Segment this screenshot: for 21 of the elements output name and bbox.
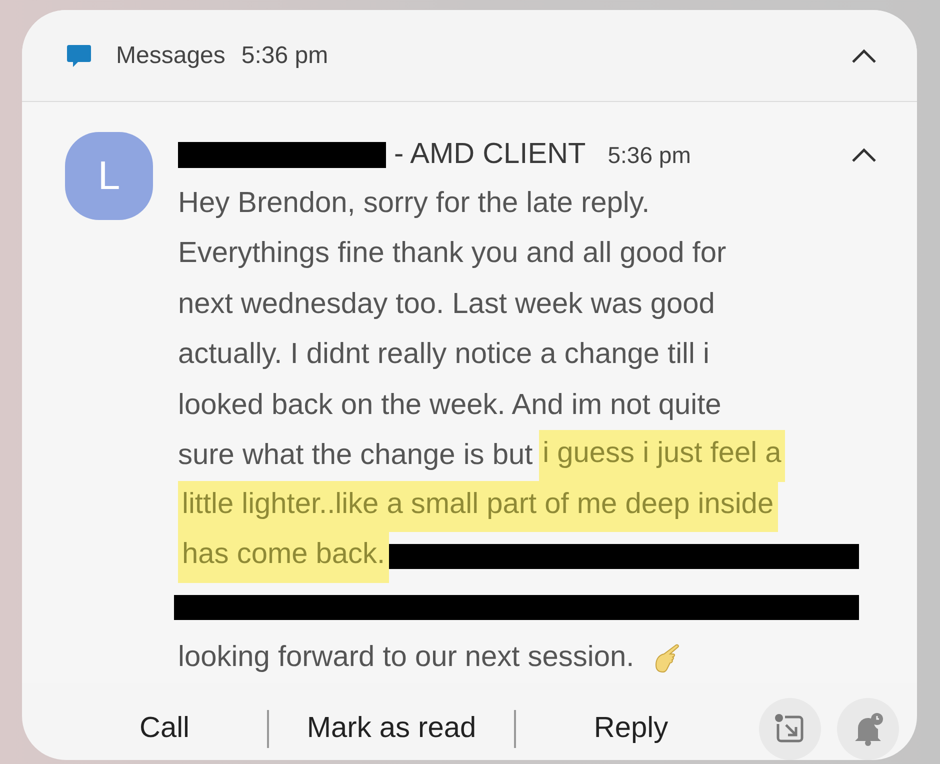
message-text: actually. I didnt really notice a change till i (178, 337, 710, 372)
action-button[interactable]: Reply (516, 707, 746, 751)
message-text: looked back on the week. And im not quite (178, 388, 722, 422)
message-text: sure what the change is but (178, 438, 533, 473)
action-button[interactable]: Mark as read (269, 707, 514, 751)
highlighted-text: little lighter..like a small part of me deep inside (178, 480, 778, 532)
app-name: Messages (116, 40, 226, 70)
timestamp: 5:36 pm (608, 140, 691, 170)
highlighted-text: i guess i just feel a (538, 430, 786, 482)
collapse-icon[interactable] (851, 48, 877, 64)
collapse-icon[interactable] (851, 147, 877, 163)
message-text: Everythings fine thank you and all good for (178, 236, 726, 271)
message-text: Hey Brendon, sorry for the late reply. (178, 186, 650, 220)
sender-name: - AMD CLIENT (394, 137, 586, 172)
message-text: looking forward to our next session. (178, 640, 634, 675)
message-text: next wednesday too. Last week was good (178, 286, 715, 322)
avatar: L (65, 132, 153, 220)
chat-bubble-icon (66, 42, 92, 68)
action-button[interactable]: Call (62, 707, 267, 751)
highlighted-text: has come back. (178, 531, 390, 582)
timestamp: 5:36 pm (241, 40, 328, 70)
